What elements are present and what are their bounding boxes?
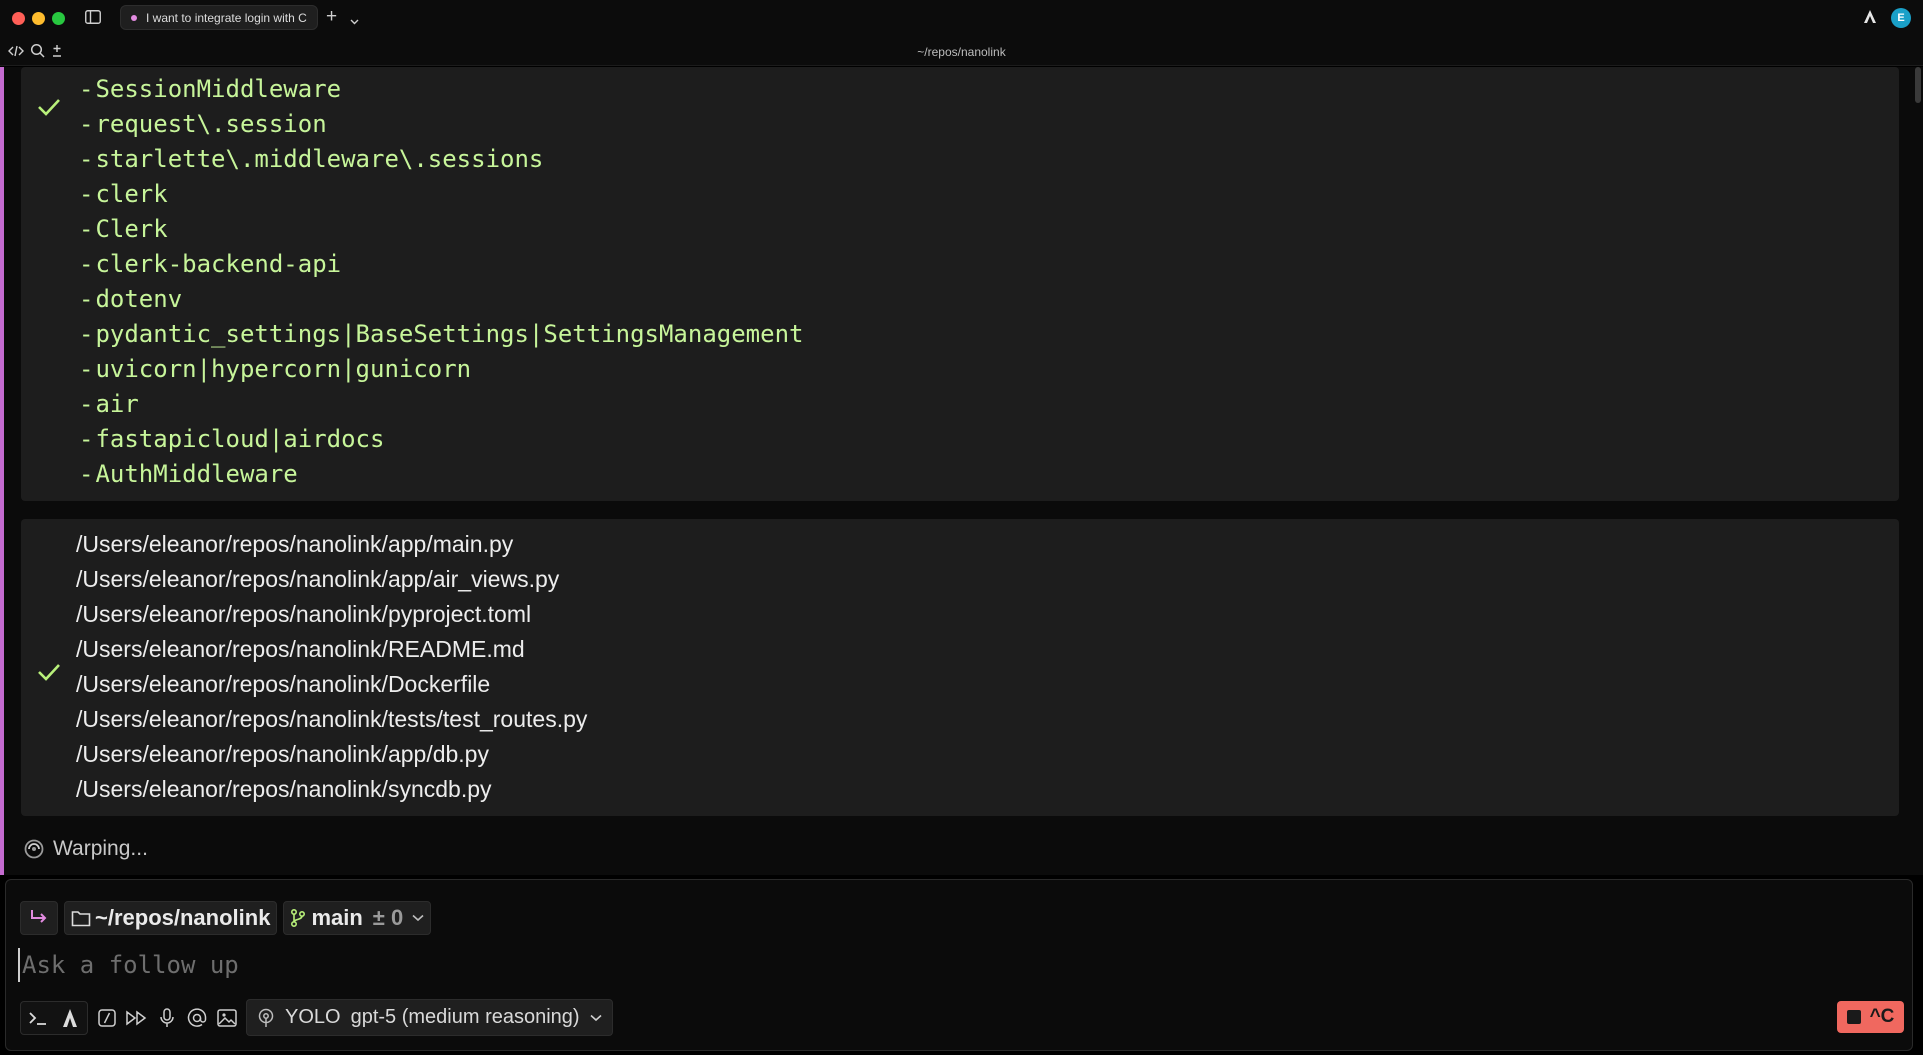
list-item: -SessionMiddleware: [79, 75, 342, 103]
minimize-window-button[interactable]: [32, 12, 45, 25]
pattern-list: -SessionMiddleware -request\.session -st…: [79, 72, 803, 492]
list-item: -clerk-backend-api: [79, 250, 342, 278]
list-item: -fastapicloud|airdocs: [79, 425, 385, 453]
sidebar-toggle-icon[interactable]: [85, 10, 101, 24]
diff-count: ± 0: [372, 905, 404, 930]
stop-shortcut-label: ^C: [1869, 1006, 1895, 1027]
warp-logo-icon[interactable]: [1862, 9, 1878, 30]
list-item: -AuthMiddleware: [79, 460, 298, 488]
file-path[interactable]: /Users/eleanor/repos/nanolink/app/air_vi…: [76, 562, 587, 597]
scrollbar[interactable]: [1915, 67, 1921, 103]
tab-conversation[interactable]: I want to integrate login with C: [120, 5, 318, 30]
new-tab-button[interactable]: +: [326, 7, 337, 26]
file-list: /Users/eleanor/repos/nanolink/app/main.p…: [76, 527, 587, 807]
sub-bar: ~/repos/nanolink: [0, 36, 1923, 66]
status-text: Warping...: [53, 837, 148, 860]
model-selector[interactable]: YOLO gpt-5 (medium reasoning): [246, 999, 613, 1036]
list-item: -request\.session: [79, 110, 327, 138]
image-attach-icon[interactable]: [216, 1007, 238, 1029]
file-path[interactable]: /Users/eleanor/repos/nanolink/tests/test…: [76, 702, 587, 737]
follow-up-input[interactable]: [18, 948, 1518, 982]
title-bar: I want to integrate login with C + E: [0, 0, 1923, 36]
terminal-icon[interactable]: [27, 1007, 49, 1029]
active-block-accent: [0, 67, 4, 875]
fast-forward-icon[interactable]: [126, 1007, 148, 1029]
list-item: -pydantic_settings|BaseSettings|Settings…: [79, 320, 804, 348]
at-mention-icon[interactable]: [186, 1007, 208, 1029]
file-path[interactable]: /Users/eleanor/repos/nanolink/Dockerfile: [76, 667, 587, 702]
file-path[interactable]: /Users/eleanor/repos/nanolink/README.md: [76, 632, 587, 667]
directory-chip[interactable]: ~/repos/nanolink: [64, 901, 278, 935]
follow-up-arrow-button[interactable]: [20, 901, 58, 935]
files-read-block[interactable]: /Users/eleanor/repos/nanolink/app/main.p…: [21, 519, 1899, 816]
agent-icon[interactable]: [59, 1007, 81, 1029]
check-icon: [37, 97, 61, 117]
stop-icon: [1846, 1010, 1861, 1024]
directory-label: ~/repos/nanolink: [95, 905, 271, 930]
microphone-icon[interactable]: [156, 1007, 178, 1029]
folder-icon: [71, 910, 91, 926]
branch-label: main: [311, 905, 363, 930]
file-path[interactable]: /Users/eleanor/repos/nanolink/app/main.p…: [76, 527, 587, 562]
slash-command-icon[interactable]: [96, 1007, 118, 1029]
tab-title: I want to integrate login with C: [146, 10, 307, 25]
list-item: -dotenv: [79, 285, 183, 313]
spinner-icon: [24, 839, 44, 859]
file-path[interactable]: /Users/eleanor/repos/nanolink/syncdb.py: [76, 772, 587, 807]
chevron-down-icon[interactable]: [350, 12, 359, 30]
check-icon: [37, 662, 61, 682]
maximize-window-button[interactable]: [52, 12, 65, 25]
list-item: -uvicorn|hypercorn|gunicorn: [79, 355, 472, 383]
status-indicator: Warping...: [23, 837, 148, 861]
file-path[interactable]: /Users/eleanor/repos/nanolink/pyproject.…: [76, 597, 587, 632]
stop-button[interactable]: ^C: [1837, 1001, 1904, 1033]
file-path[interactable]: /Users/eleanor/repos/nanolink/app/db.py: [76, 737, 587, 772]
tab-status-dot: [131, 14, 137, 21]
chevron-down-icon: [412, 914, 424, 922]
search-patterns-block[interactable]: -SessionMiddleware -request\.session -st…: [21, 67, 1899, 501]
git-branch-icon: [291, 908, 306, 928]
list-item: -clerk: [79, 180, 168, 208]
prompt-input-area: ~/repos/nanolink main ± 0 Ask a follow u…: [5, 879, 1913, 1051]
model-label: gpt-5 (medium reasoning): [350, 1006, 580, 1028]
list-item: -Clerk: [79, 215, 168, 243]
git-branch-chip[interactable]: main ± 0: [283, 901, 432, 935]
list-item: -starlette\.middleware\.sessions: [79, 145, 544, 173]
return-arrow-icon: [31, 910, 47, 923]
window-path-title: ~/repos/nanolink: [917, 45, 1006, 59]
avatar[interactable]: E: [1891, 8, 1911, 28]
mode-toggle-group[interactable]: [20, 1000, 88, 1035]
list-item: -air: [79, 390, 139, 418]
close-window-button[interactable]: [12, 12, 25, 25]
autonomy-icon: [258, 1008, 274, 1027]
chevron-down-icon: [590, 1014, 602, 1021]
mode-label: YOLO: [285, 1006, 341, 1028]
conversation-panel: -SessionMiddleware -request\.session -st…: [0, 67, 1923, 875]
